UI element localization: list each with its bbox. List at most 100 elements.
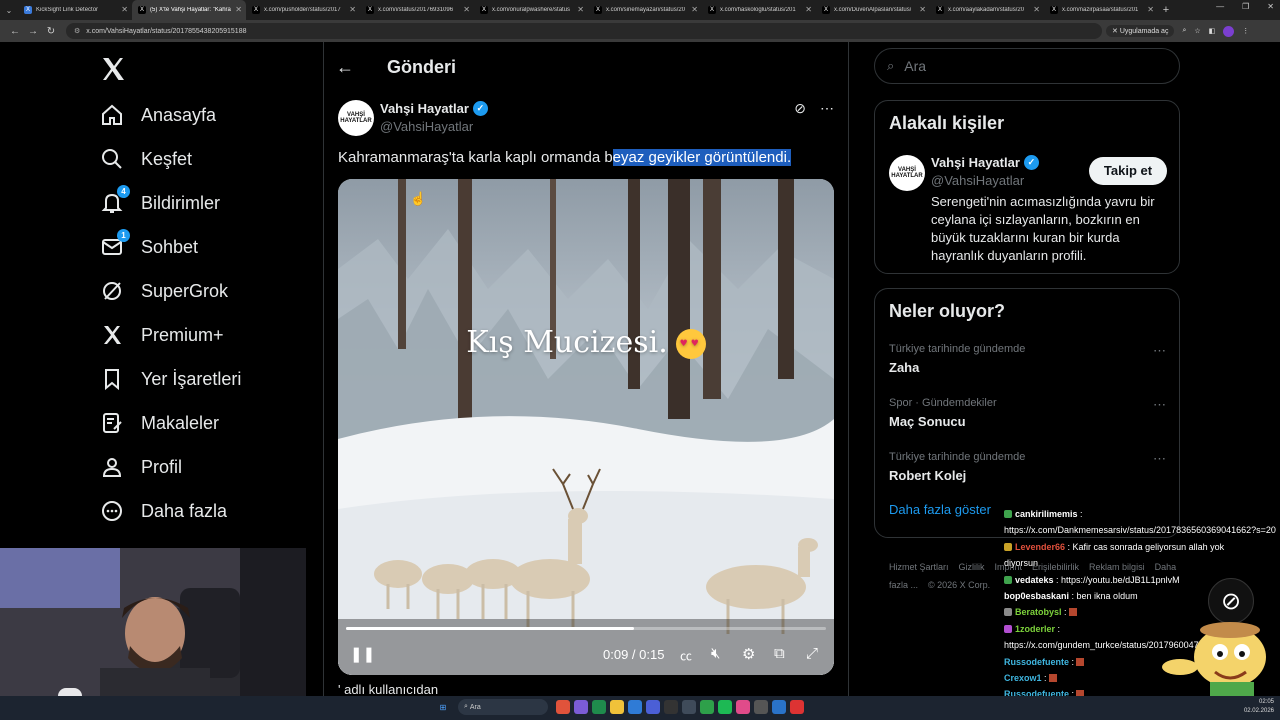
footer-link[interactable]: © 2026 X Corp.: [928, 580, 990, 590]
trend-item[interactable]: Spor · Gündemdekiler Maç Sonucu ⋯: [889, 397, 1167, 429]
tab-close-icon[interactable]: ✕: [463, 5, 470, 14]
app-icon[interactable]: [790, 700, 804, 714]
chat-username: cankirilimemis: [1015, 509, 1078, 519]
trend-more-icon[interactable]: ⋯: [1153, 451, 1167, 467]
close-window-icon[interactable]: ✕: [1267, 2, 1274, 11]
trend-item[interactable]: Türkiye tarihinde gündemde Zaha ⋯: [889, 343, 1167, 375]
avatar-logo-text: VAHŞİ HAYATLAR: [340, 112, 372, 124]
nav-item-explore[interactable]: Keşfet: [100, 139, 192, 179]
url-input[interactable]: ⚙ x.com/VahsiHayatlar/status/20178554382…: [66, 23, 1102, 39]
browser-tab[interactable]: Xx.com/pusholder/status/2017 ✕: [246, 0, 360, 20]
search-input[interactable]: ⌕ Ara: [874, 48, 1180, 84]
browser-tab[interactable]: Xx.com/haskologlu/status/201 ✕: [702, 0, 816, 20]
back-icon[interactable]: ←: [6, 26, 24, 37]
tab-favicon-icon: X: [594, 6, 602, 14]
more-options-icon[interactable]: ⋯: [820, 100, 834, 117]
tab-search-icon[interactable]: ⌄: [0, 0, 18, 20]
edge-icon[interactable]: [628, 700, 642, 714]
browser-tab[interactable]: Xx.com/DuvenAlpaslan/status/ ✕: [816, 0, 930, 20]
browser-tab[interactable]: X (5) X'te Vahşi Hayatlar: "Kahra ✕: [132, 0, 246, 20]
article-icon: [100, 411, 124, 435]
taskbar-clock[interactable]: 02:05 02.02.2026: [1244, 698, 1274, 716]
fullscreen-icon[interactable]: ⤢: [806, 645, 818, 662]
terminal-icon[interactable]: [664, 700, 678, 714]
author-avatar[interactable]: VAHŞİ HAYATLAR: [338, 100, 374, 136]
tab-close-icon[interactable]: ✕: [1033, 5, 1040, 14]
nav-item-chat[interactable]: 1 Sohbet: [100, 227, 198, 267]
start-menu-icon[interactable]: ⊞: [436, 700, 450, 714]
bookmark-star-icon[interactable]: ☆: [1194, 27, 1200, 35]
video-player[interactable]: Kış Mucizesi. ♥♥ ☝ ❚❚ 0:09 / 0:15 ㏄ 🔇︎ ⚙ …: [338, 179, 834, 675]
picture-in-picture-icon[interactable]: ⧉: [774, 645, 785, 662]
reload-icon[interactable]: ↻: [42, 26, 60, 37]
nav-item-articles[interactable]: Makaleler: [100, 403, 219, 443]
app-icon[interactable]: [772, 700, 786, 714]
x-logo-icon[interactable]: [100, 56, 126, 82]
related-user-name[interactable]: Vahşi Hayatlar ✓: [931, 155, 1039, 170]
browser-tab[interactable]: Xx.com/i/status/20176931096 ✕: [360, 0, 474, 20]
tab-close-icon[interactable]: ✕: [577, 5, 584, 14]
maximize-icon[interactable]: ❐: [1242, 2, 1249, 11]
tab-close-icon[interactable]: ✕: [919, 5, 926, 14]
browser-tab[interactable]: Xx.com/sinemayazari/status/20 ✕: [588, 0, 702, 20]
spotify-icon[interactable]: [718, 700, 732, 714]
browser-tab[interactable]: Xx.com/onuralpwashere/status ✕: [474, 0, 588, 20]
trend-more-icon[interactable]: ⋯: [1153, 397, 1167, 413]
browser-tab[interactable]: Xx.com/aaylakadam/status/20 ✕: [930, 0, 1044, 20]
app-icon[interactable]: [736, 700, 750, 714]
captions-icon[interactable]: ㏄: [680, 647, 692, 664]
author-handle[interactable]: @VahsiHayatlar: [380, 119, 473, 134]
profile-avatar[interactable]: [1223, 25, 1235, 37]
mute-icon[interactable]: 🔇︎: [711, 645, 720, 662]
discord-icon[interactable]: [646, 700, 660, 714]
nav-item-premium[interactable]: Premium+: [100, 315, 224, 355]
new-tab-button[interactable]: +: [1158, 4, 1174, 16]
widgets-icon[interactable]: [556, 700, 570, 714]
tab-favicon-icon: X: [822, 6, 830, 14]
file-explorer-icon[interactable]: [610, 700, 624, 714]
nav-item-more[interactable]: Daha fazla: [100, 491, 227, 531]
tab-close-icon[interactable]: ✕: [1147, 5, 1154, 14]
forward-icon[interactable]: →: [24, 26, 42, 37]
nav-item-grok[interactable]: SuperGrok: [100, 271, 228, 311]
nav-item-profile[interactable]: Profil: [100, 447, 182, 487]
nav-item-bookmarks[interactable]: Yer İşaretleri: [100, 359, 241, 399]
tab-close-icon[interactable]: ✕: [691, 5, 698, 14]
grok-icon[interactable]: ⊘: [794, 100, 806, 117]
chat-badge-icon: [1004, 510, 1012, 518]
footer-link[interactable]: Hizmet Şartları: [889, 562, 949, 572]
video-progress-bar[interactable]: [346, 627, 826, 630]
follow-button[interactable]: Takip et: [1089, 157, 1167, 185]
app-icon[interactable]: [754, 700, 768, 714]
trend-item[interactable]: Türkiye tarihinde gündemde Robert Kolej ⋯: [889, 451, 1167, 483]
tab-close-icon[interactable]: ✕: [121, 5, 128, 14]
app-icon[interactable]: [574, 700, 588, 714]
author-name[interactable]: Vahşi Hayatlar ✓: [380, 101, 488, 116]
footer-link[interactable]: Gizlilik: [959, 562, 985, 572]
app-icon[interactable]: [682, 700, 696, 714]
related-user-handle[interactable]: @VahsiHayatlar: [931, 173, 1024, 188]
browser-menu-icon[interactable]: ⋮: [1242, 27, 1249, 35]
chrome-icon[interactable]: [592, 700, 606, 714]
extensions-icon[interactable]: ◧: [1209, 27, 1216, 35]
nav-item-notifications[interactable]: 4 Bildirimler: [100, 183, 220, 223]
show-more-link[interactable]: Daha fazla göster: [889, 502, 991, 517]
minimize-icon[interactable]: —: [1216, 2, 1224, 11]
pause-icon[interactable]: ❚❚: [350, 645, 375, 663]
app-icon[interactable]: [700, 700, 714, 714]
back-arrow-icon[interactable]: ←: [336, 57, 376, 78]
nav-item-home[interactable]: Anasayfa: [100, 95, 216, 135]
tab-close-icon[interactable]: ✕: [805, 5, 812, 14]
tab-close-icon[interactable]: ✕: [349, 5, 356, 14]
open-in-app-button[interactable]: ✕ Uygulamada aç: [1106, 25, 1175, 37]
chat-badge-icon: [1004, 542, 1012, 551]
settings-icon[interactable]: ⚙: [742, 645, 755, 663]
trend-more-icon[interactable]: ⋯: [1153, 343, 1167, 359]
tab-close-icon[interactable]: ✕: [235, 5, 242, 14]
related-user-avatar[interactable]: VAHŞİ HAYATLAR: [889, 155, 925, 191]
browser-tab[interactable]: X KickSight Link Detector ✕: [18, 0, 132, 20]
zoom-icon[interactable]: ⌕: [1182, 27, 1186, 35]
taskbar-search[interactable]: ⌕ Ara: [458, 699, 548, 715]
browser-tab[interactable]: Xx.com/nazirpasaa/status/201 ✕: [1044, 0, 1158, 20]
site-info-icon[interactable]: ⚙: [74, 27, 80, 35]
